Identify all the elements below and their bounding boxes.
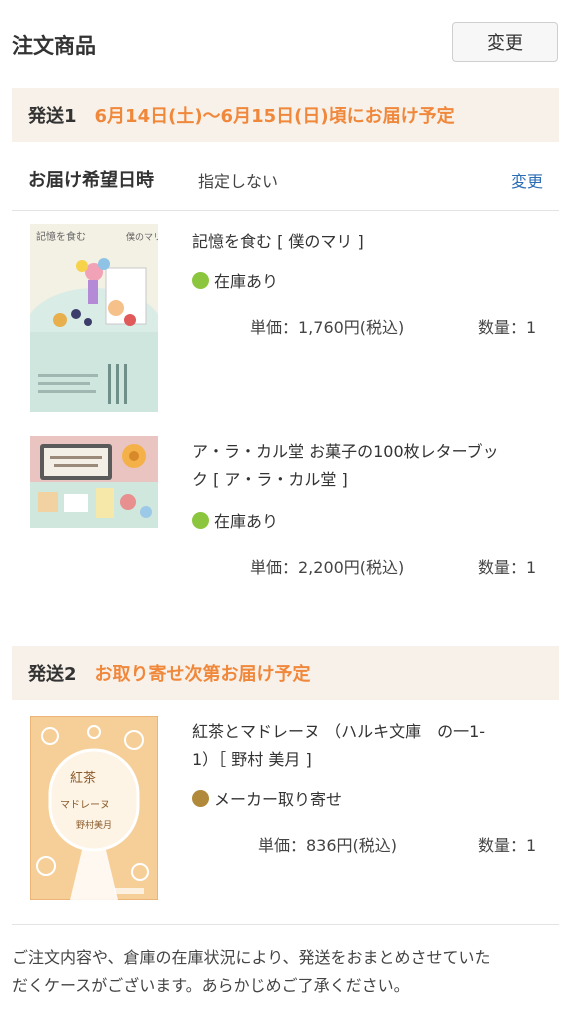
shipment-1-label: 発送1 xyxy=(28,106,77,127)
item-title-line[interactable]: ア・ラ・カル堂 お菓子の100枚レターブッ xyxy=(192,438,552,466)
cover-author-text: 僕のマリ xyxy=(126,231,158,243)
stock-status-label: 在庫あり xyxy=(214,512,279,531)
stock-status-label: メーカー取り寄せ xyxy=(214,790,343,809)
list-item: ア・ラ・カル堂 お菓子の100枚レターブッ ク [ ア・ラ・カル堂 ] 在庫あり… xyxy=(0,436,583,586)
stock-status-dot xyxy=(192,271,209,289)
shipment-2-schedule: お取り寄せ次第お届け予定 xyxy=(94,664,311,685)
unit-price: 単価：836円(税込) xyxy=(258,836,398,855)
list-item: 記憶を食む 僕のマリ 記憶を食む [ 僕のマリ ] 在庫あり 単価：1,760円… xyxy=(0,224,583,414)
cover-subtitle-text: マドレーヌ xyxy=(60,800,110,811)
stock-status-dot xyxy=(192,511,209,529)
unit-price: 単価：2,200円(税込) xyxy=(250,558,405,577)
shipping-note: ご注文内容や、倉庫の在庫状況により、発送をおまとめさせていた だくケースがござい… xyxy=(12,944,567,1000)
change-button[interactable]: 変更 xyxy=(452,22,558,62)
delivery-preference-label: お届け希望日時 xyxy=(28,170,154,191)
shipment-2-bar: 発送2 お取り寄せ次第お届け予定 xyxy=(12,646,559,700)
stock-status-dot xyxy=(192,789,209,807)
shipping-note-line: だくケースがございます。あらかじめご了承ください。 xyxy=(12,976,410,995)
list-item: 紅茶 マドレーヌ 野村美月 紅茶とマドレーヌ （ハルキ文庫 の一1- 1）［ 野… xyxy=(0,716,583,902)
item-title-line[interactable]: 紅茶とマドレーヌ （ハルキ文庫 の一1- xyxy=(192,718,552,746)
delivery-change-link[interactable]: 変更 xyxy=(511,168,543,192)
delivery-preference-value: 指定しない xyxy=(198,172,279,191)
item-title-line[interactable]: 1）［ 野村 美月 ] xyxy=(192,746,552,774)
quantity: 数量：1 xyxy=(478,558,537,577)
divider xyxy=(12,210,559,211)
quantity: 数量：1 xyxy=(478,318,537,337)
item-title[interactable]: ア・ラ・カル堂 お菓子の100枚レターブッ ク [ ア・ラ・カル堂 ] xyxy=(192,438,552,494)
stock-status: メーカー取り寄せ xyxy=(192,786,342,810)
cover-author-text: 野村美月 xyxy=(76,819,112,831)
shipment-2-label: 発送2 xyxy=(28,664,77,685)
quantity: 数量：1 xyxy=(478,836,537,855)
book-cover-image[interactable] xyxy=(30,436,158,528)
shipment-1-schedule: 6月14日(土)〜6月15日(日)頃にお届け予定 xyxy=(94,106,455,127)
stock-status: 在庫あり xyxy=(192,508,278,532)
item-title[interactable]: 記憶を食む [ 僕のマリ ] xyxy=(192,228,552,256)
page-title: 注文商品 xyxy=(12,34,96,58)
shipping-note-line: ご注文内容や、倉庫の在庫状況により、発送をおまとめさせていた xyxy=(12,948,491,967)
item-title[interactable]: 紅茶とマドレーヌ （ハルキ文庫 の一1- 1）［ 野村 美月 ] xyxy=(192,718,552,774)
cover-title-text: 紅茶 xyxy=(70,770,96,786)
delivery-preference-row: お届け希望日時 指定しない 変更 xyxy=(12,142,559,212)
stock-status: 在庫あり xyxy=(192,268,278,292)
stock-status-label: 在庫あり xyxy=(214,272,279,291)
book-cover-image[interactable]: 記憶を食む 僕のマリ xyxy=(30,224,158,412)
item-title-line[interactable]: ク [ ア・ラ・カル堂 ] xyxy=(192,466,552,494)
item-title-line[interactable]: 記憶を食む [ 僕のマリ ] xyxy=(192,228,552,256)
divider xyxy=(12,924,559,925)
order-items-header: 注文商品 変更 xyxy=(0,0,583,84)
unit-price: 単価：1,760円(税込) xyxy=(250,318,405,337)
book-cover-image[interactable]: 紅茶 マドレーヌ 野村美月 xyxy=(30,716,158,900)
shipment-1-bar: 発送1 6月14日(土)〜6月15日(日)頃にお届け予定 xyxy=(12,88,559,142)
cover-title-text: 記憶を食む xyxy=(36,230,86,243)
